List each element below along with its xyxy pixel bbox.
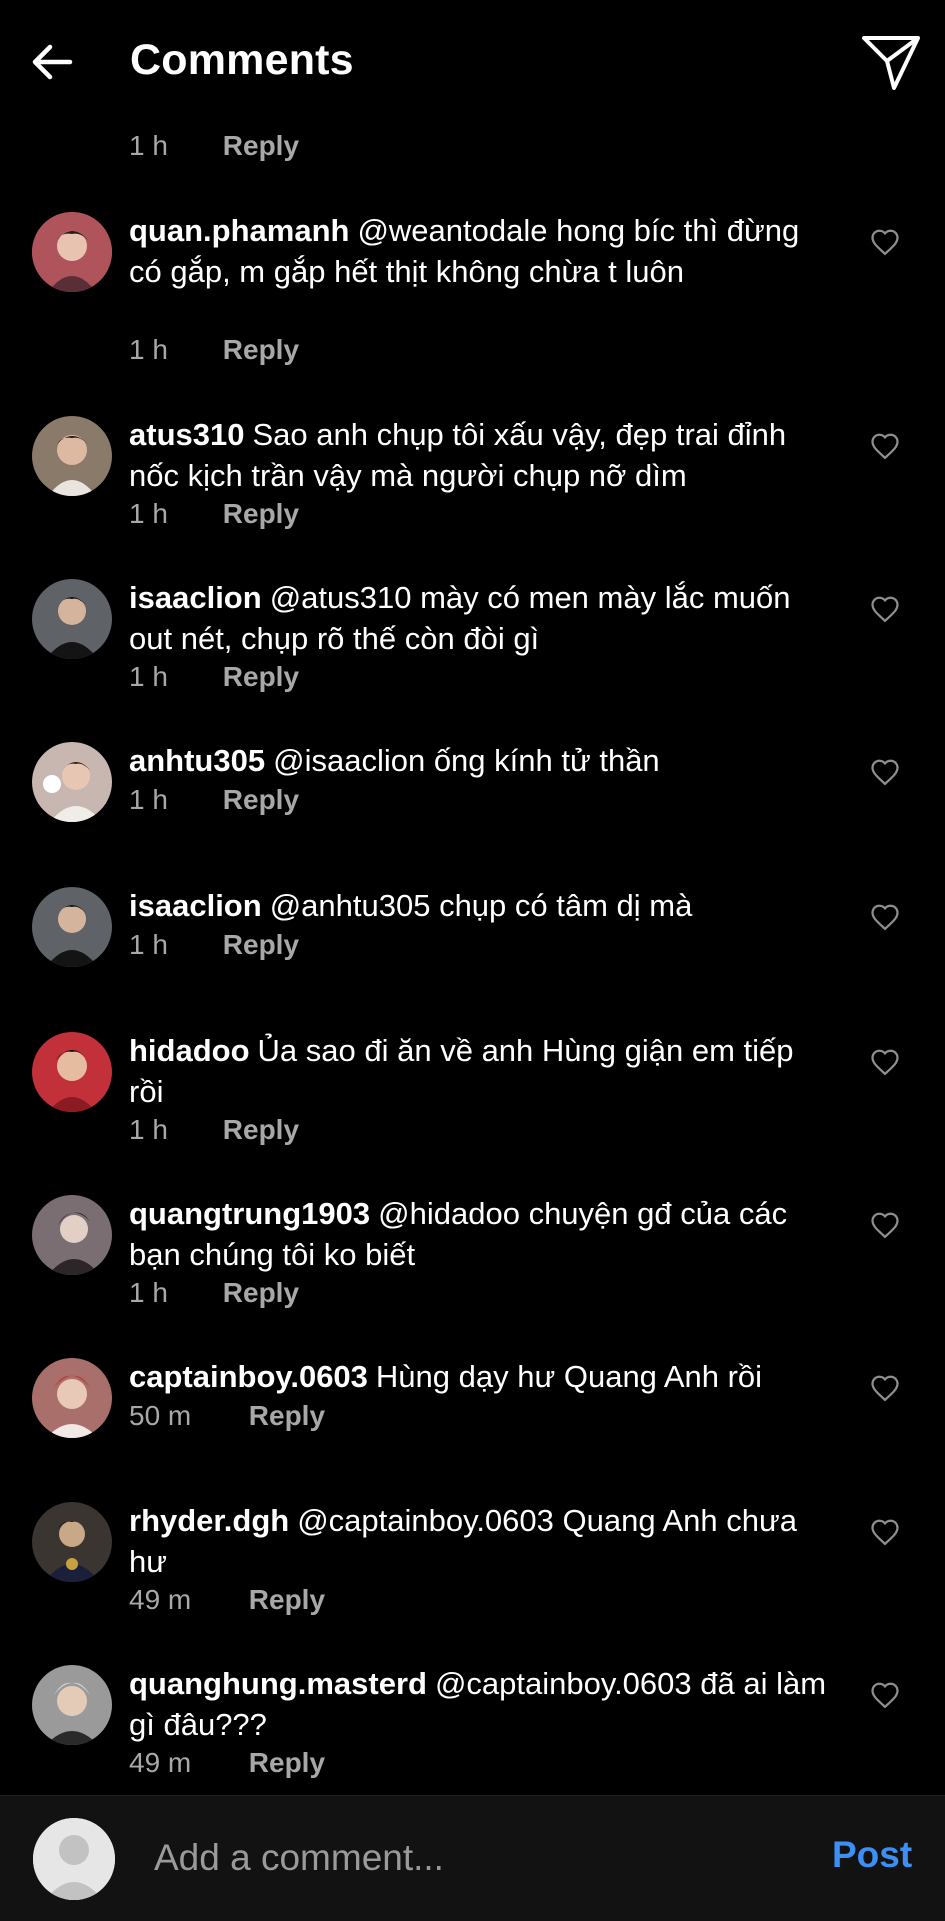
comment-username[interactable]: rhyder.dgh	[129, 1503, 289, 1538]
avatar[interactable]	[32, 1502, 112, 1582]
comment-username[interactable]: captainboy.0603	[129, 1359, 368, 1394]
comment-time: 1 h	[129, 498, 168, 529]
comment-time: 49 m	[129, 1584, 192, 1615]
comment-input[interactable]	[152, 1832, 806, 1884]
reply-button[interactable]: Reply	[223, 929, 299, 960]
avatar[interactable]	[32, 212, 112, 292]
comment-time: 1 h	[129, 130, 168, 161]
comment-body: @isaaclion ống kính tử thần	[273, 743, 660, 778]
comment-time: 1 h	[129, 929, 168, 960]
heart-outline-icon[interactable]	[870, 1518, 900, 1546]
reply-button[interactable]: Reply	[223, 1114, 299, 1145]
arrow-left-icon[interactable]	[28, 38, 76, 86]
comment-meta: 50 m Reply	[129, 1400, 325, 1432]
heart-outline-icon[interactable]	[870, 903, 900, 931]
comment-body: Hùng dạy hư Quang Anh rồi	[375, 1359, 763, 1394]
reply-button[interactable]: Reply	[223, 334, 299, 365]
avatar[interactable]	[32, 1358, 112, 1438]
heart-outline-icon[interactable]	[870, 432, 900, 460]
comment-username[interactable]: quanghung.masterd	[129, 1666, 427, 1701]
heart-outline-icon[interactable]	[870, 1374, 900, 1402]
comment-meta: 49 m Reply	[129, 1747, 325, 1779]
comment-username[interactable]: atus310	[129, 417, 244, 452]
comment-meta: 1 h Reply	[129, 1277, 299, 1309]
comment-text: anhtu305 @isaaclion ống kính tử thần	[129, 740, 829, 781]
comment-text: rhyder.dgh @captainboy.0603 Quang Anh chư…	[129, 1500, 829, 1582]
comment-meta: 1 h Reply	[129, 130, 299, 162]
heart-outline-icon[interactable]	[870, 1048, 900, 1076]
comment-time: 49 m	[129, 1747, 192, 1778]
reply-button[interactable]: Reply	[223, 784, 299, 815]
comment-meta: 1 h Reply	[129, 784, 299, 816]
comment-username[interactable]: hidadoo	[129, 1033, 250, 1068]
comment-meta: 1 h Reply	[129, 1114, 299, 1146]
reply-button[interactable]: Reply	[249, 1747, 325, 1778]
avatar[interactable]	[32, 1032, 112, 1112]
reply-button[interactable]: Reply	[249, 1584, 325, 1615]
comment-meta: 1 h Reply	[129, 661, 299, 693]
user-silhouette-icon	[33, 1818, 115, 1900]
comment-meta: 49 m Reply	[129, 1584, 325, 1616]
comment-time: 50 m	[129, 1400, 192, 1431]
comment-text: isaaclion @anhtu305 chụp có tâm dị mà	[129, 885, 829, 926]
reply-button[interactable]: Reply	[223, 1277, 299, 1308]
avatar[interactable]	[32, 742, 112, 822]
heart-outline-icon[interactable]	[870, 758, 900, 786]
comment-composer: Post	[0, 1795, 945, 1921]
comment-meta: 1 h Reply	[129, 929, 299, 961]
comment-username[interactable]: isaaclion	[129, 888, 262, 923]
paper-plane-icon[interactable]	[860, 32, 922, 92]
heart-outline-icon[interactable]	[870, 228, 900, 256]
comment-username[interactable]: anhtu305	[129, 743, 265, 778]
comment-meta: 1 h Reply	[129, 334, 299, 366]
top-bar: Comments	[0, 0, 945, 118]
comment-username[interactable]: quangtrung1903	[129, 1196, 370, 1231]
reply-button[interactable]: Reply	[223, 661, 299, 692]
page-title: Comments	[130, 36, 354, 84]
comment-text: quan.phamanh @weantodale hong bíc thì đừn…	[129, 210, 829, 292]
comment-time: 1 h	[129, 1114, 168, 1145]
reply-button[interactable]: Reply	[249, 1400, 325, 1431]
comment-username[interactable]: quan.phamanh	[129, 213, 349, 248]
reply-button[interactable]: Reply	[223, 498, 299, 529]
avatar[interactable]	[32, 887, 112, 967]
avatar[interactable]	[32, 1665, 112, 1745]
avatar[interactable]	[32, 416, 112, 496]
heart-outline-icon[interactable]	[870, 1681, 900, 1709]
heart-outline-icon[interactable]	[870, 1211, 900, 1239]
avatar[interactable]	[32, 1195, 112, 1275]
comments-list: 1 h Reply quan.phamanh @weantodale hong b…	[0, 0, 945, 1795]
comment-time: 1 h	[129, 784, 168, 815]
comment-text: quangtrung1903 @hidadoo chuyện gđ của các…	[129, 1193, 829, 1275]
comment-time: 1 h	[129, 334, 168, 365]
comment-body: @anhtu305 chụp có tâm dị mà	[269, 888, 693, 923]
comment-text: hidadoo Ủa sao đi ăn về anh Hùng giận em …	[129, 1030, 829, 1112]
comment-text: quanghung.masterd @captainboy.0603 đã ai …	[129, 1663, 829, 1745]
comment-text: captainboy.0603 Hùng dạy hư Quang Anh rồi	[129, 1356, 829, 1397]
heart-outline-icon[interactable]	[870, 595, 900, 623]
comment-text: isaaclion @atus310 mày có men mày lắc muố…	[129, 577, 829, 659]
comment-time: 1 h	[129, 1277, 168, 1308]
avatar[interactable]	[32, 579, 112, 659]
comment-text: atus310 Sao anh chụp tôi xấu vậy, đẹp tra…	[129, 414, 829, 496]
post-button[interactable]: Post	[832, 1834, 912, 1876]
comment-meta: 1 h Reply	[129, 498, 299, 530]
reply-button[interactable]: Reply	[223, 130, 299, 161]
comment-username[interactable]: isaaclion	[129, 580, 262, 615]
comment-time: 1 h	[129, 661, 168, 692]
